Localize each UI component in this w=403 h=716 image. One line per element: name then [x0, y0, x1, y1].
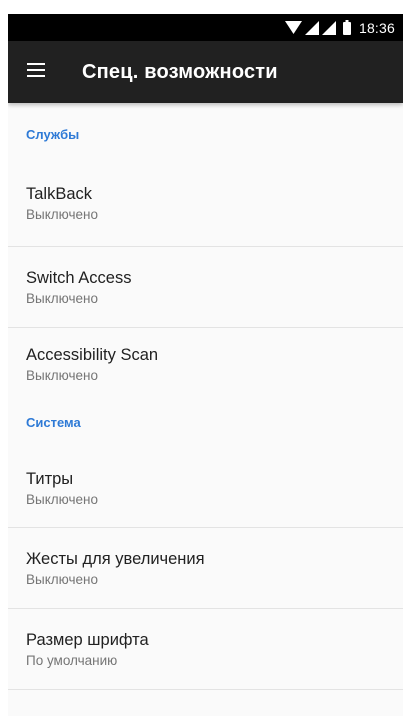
signal-icon	[304, 20, 319, 35]
item-summary: Выключено	[26, 492, 98, 507]
menu-button[interactable]	[8, 41, 64, 103]
list-item-captions[interactable]: Титры Выключено	[8, 444, 403, 528]
settings-list: Службы TalkBack Выключено Switch Access …	[8, 103, 403, 690]
wifi-icon	[284, 20, 302, 35]
section-header-services: Службы	[26, 127, 80, 142]
phone-screen: 18:36 Спец. возможности Службы TalkBack …	[8, 14, 403, 716]
signal-icon	[321, 20, 336, 35]
item-summary: По умолчанию	[26, 652, 118, 668]
item-title: Switch Access	[26, 268, 132, 287]
item-summary: Выключено	[26, 571, 98, 587]
app-bar: Спец. возможности	[8, 41, 403, 103]
menu-icon	[27, 62, 45, 82]
status-icons	[284, 20, 351, 35]
list-item-switch-access[interactable]: Switch Access Выключено	[8, 247, 403, 328]
item-title: Accessibility Scan	[26, 345, 159, 364]
item-title: Жесты для увеличения	[26, 549, 205, 568]
status-time: 18:36	[358, 19, 395, 36]
list-item-talkback[interactable]: TalkBack Выключено	[8, 166, 403, 247]
item-title: TalkBack	[26, 184, 93, 203]
item-summary: Выключено	[26, 290, 98, 306]
item-summary: Выключено	[26, 367, 98, 383]
list-item-accessibility-scan[interactable]: Accessibility Scan Выключено	[8, 328, 403, 400]
list-item-font-size[interactable]: Размер шрифта По умолчанию	[8, 609, 403, 690]
item-title: Титры	[26, 470, 74, 488]
item-summary: Выключено	[26, 206, 98, 222]
item-title: Размер шрифта	[26, 630, 149, 649]
battery-icon	[342, 20, 351, 35]
page-title: Спец. возможности	[82, 60, 278, 83]
list-item-magnification-gestures[interactable]: Жесты для увеличения Выключено	[8, 528, 403, 609]
section-header-system: Система	[26, 414, 81, 430]
status-bar: 18:36	[8, 14, 403, 41]
